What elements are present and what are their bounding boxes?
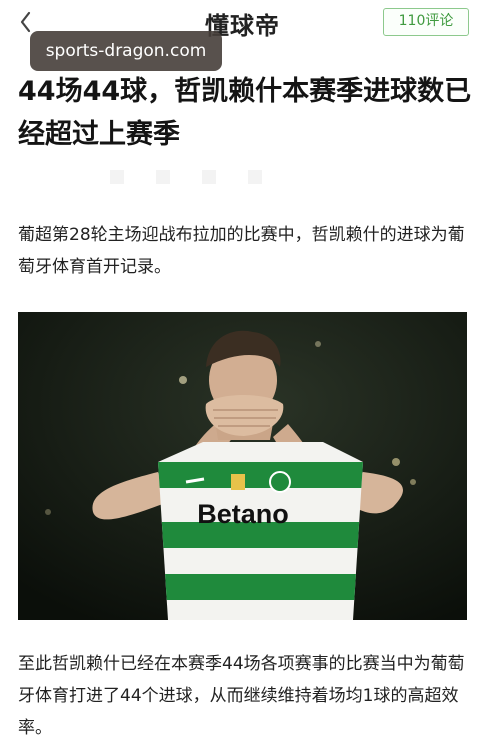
article-title: 44场44球，哲凯赖什本赛季进球数已经超过上赛季 (18, 76, 472, 150)
placeholder-dot (248, 170, 262, 184)
jersey-sponsor-text: Betano (197, 499, 289, 529)
comments-button[interactable]: 110评论 (383, 8, 469, 36)
player-photo-illustration: Betano (18, 312, 467, 620)
article-paragraph: 至此哲凯赖什已经在本赛季44场各项赛事的比赛当中为葡萄牙体育打进了44个进球，从… (18, 654, 465, 738)
placeholder-dot (202, 170, 216, 184)
placeholder-dot (156, 170, 170, 184)
article-paragraph: 葡超第28轮主场迎战布拉加的比赛中，哲凯赖什的进球为葡萄牙体育首开记录。 (18, 225, 465, 277)
image-placeholder-dots (110, 170, 270, 184)
placeholder-dot (110, 170, 124, 184)
article-photo[interactable]: Betano (18, 312, 467, 620)
watermark-overlay: sports-dragon.com (30, 31, 222, 71)
